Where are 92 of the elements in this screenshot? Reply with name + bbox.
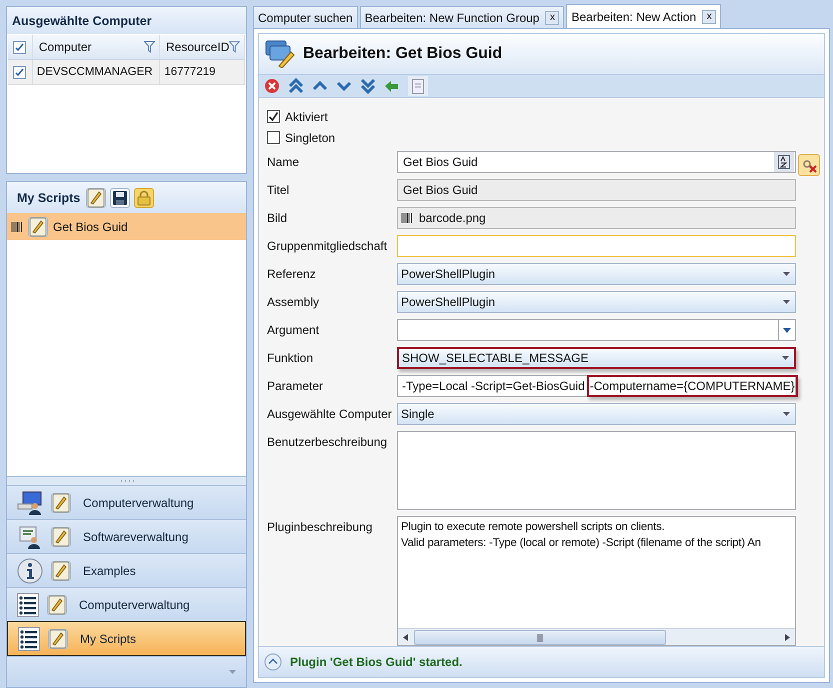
notepad-icon [49,628,67,648]
tab[interactable]: Bearbeiten: New Action x [566,4,722,28]
status-message: Plugin 'Get Bios Guid' started. [290,655,462,669]
notepad-icon [87,188,106,208]
field-label: Titel [267,182,290,199]
checkbox[interactable] [267,110,280,123]
filter-icon[interactable] [229,41,240,53]
notepad-icon [48,594,66,614]
sort-az-icon [778,155,790,169]
save-button[interactable] [110,188,130,208]
text-field[interactable]: Get Bios Guid [397,151,796,173]
new-script-button[interactable] [86,188,106,208]
clipboard-icon [412,78,424,94]
checkbox-label: Singleton [285,130,336,144]
field-label: Parameter [267,378,324,395]
field-label: Referenz [267,266,317,283]
list-icon [18,626,40,650]
navigation-item[interactable]: Computerverwaltung [7,587,246,621]
dropdown[interactable]: SHOW_SELECTABLE_MESSAGE [397,347,796,369]
script-item[interactable]: Get Bios Guid [7,213,246,240]
checkbox[interactable] [13,40,26,54]
move-up-icon[interactable] [312,81,328,91]
move-to-bottom-icon[interactable] [360,78,376,94]
horizontal-scrollbar[interactable] [398,628,795,645]
checkbox[interactable] [267,131,280,144]
panel-title: Ausgewählte Computer [7,7,246,34]
editor-title: Bearbeiten: Get Bios Guid [303,45,502,63]
column-header[interactable]: ResourceID [160,35,245,59]
scrollbar-thumb[interactable] [414,630,666,645]
close-tab-button[interactable]: x [545,10,560,24]
scroll-left-icon[interactable] [403,634,408,640]
description-line: Valid parameters: -Type (local or remote) -Script (filename of the script) An [401,536,762,551]
tab[interactable]: Bearbeiten: New Function Group x [360,6,564,28]
field-label: Argument [267,322,320,339]
text-field[interactable] [397,235,796,257]
parameter-text: -Type=Local -Script=Get-BiosGuid [402,378,585,395]
barcode-icon [401,212,413,224]
scroll-right-icon[interactable] [785,634,790,640]
notepad-icon [52,492,70,512]
field-label: Funktion [267,350,314,367]
paste-button[interactable] [408,76,428,96]
notepad-icon [52,560,70,580]
windows-pencil-icon [265,40,295,68]
table-cell: DEVSCCMMANAGER [32,60,160,84]
tab[interactable]: Computer suchen [253,6,358,28]
checkbox[interactable] [13,66,26,78]
filter-icon[interactable] [144,41,155,53]
barcode-icon [11,220,23,232]
text-area[interactable]: Plugin to execute remote powershell scripts on clients. Valid parameters: -Type (local or remote) -Script (filename of the script) An [397,516,796,646]
field-label: Assembly [267,294,320,311]
move-down-icon[interactable] [336,81,352,91]
dropdown-arrow-icon[interactable] [783,412,790,416]
navigation-item[interactable]: Computerverwaltung [7,485,246,519]
close-tab-button[interactable]: x [702,10,716,24]
checkbox-label: Aktiviert [285,110,328,124]
sort-button[interactable] [774,152,794,172]
padlock-icon [137,190,152,206]
dropdown-arrow-icon [783,328,791,332]
dropdown[interactable]: PowerShellPlugin [397,291,796,313]
parameter-text: -Computername={COMPUTERNAME} [586,375,798,397]
description-line: Plugin to execute remote powershell scripts on clients. [401,520,666,535]
computer-user-icon [17,490,43,514]
navigation-item[interactable]: Softwareverwaltung [7,519,246,553]
field-label: Ausgewählte Computer [267,406,393,423]
column-header[interactable]: Computer [32,35,160,59]
collapse-icon[interactable] [264,653,282,671]
field-label: Benutzerbeschreibung [267,434,388,451]
list-icon [17,592,39,616]
navigation-item[interactable]: My Scripts [7,621,246,656]
field-label: Gruppenmitgliedschaft [267,238,388,255]
image-field[interactable]: barcode.png [397,207,796,229]
info-icon [17,558,43,584]
notepad-icon [29,216,47,236]
table-cell: 16777219 [160,60,245,84]
dropdown[interactable]: PowerShellPlugin [397,263,796,285]
text-field[interactable]: -Type=Local -Script=Get-BiosGuid -Computername={COMPUTERNAME} [397,375,796,397]
reply-arrow-icon[interactable] [384,79,400,93]
software-user-icon [17,524,43,548]
dropdown-arrow-icon[interactable] [783,272,790,276]
field-label: Bild [267,210,288,227]
panel-title: My Scripts [17,190,80,204]
delete-icon[interactable] [264,78,280,94]
notepad-icon [52,526,70,546]
dropdown-arrow-icon[interactable] [783,300,790,304]
dropdown-arrow-icon[interactable] [782,356,789,360]
clear-button[interactable] [798,154,820,176]
field-label: Name [267,154,300,171]
move-to-top-icon[interactable] [288,78,304,94]
field-label: Pluginbeschreibung [267,519,374,536]
dropdown[interactable]: Single [397,403,796,425]
grip-icon [537,634,543,642]
navigation-item[interactable]: Examples [7,553,246,587]
